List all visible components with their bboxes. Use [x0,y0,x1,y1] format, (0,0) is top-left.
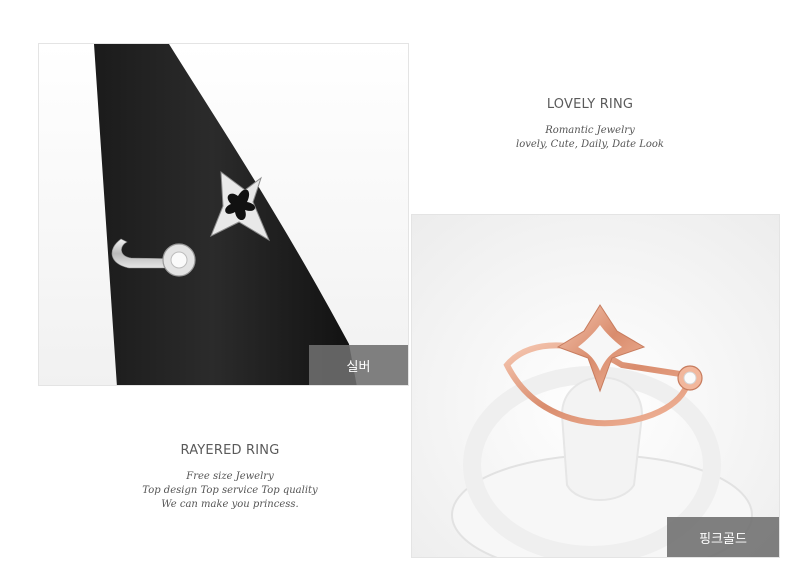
rose-gold-option-tag[interactable]: 핑크골드 [667,517,779,557]
silver-option-tag[interactable]: 실버 [309,345,408,385]
rayered-ring-line-1: Free size Jewelry [186,471,274,482]
rayered-ring-line-2: Top design Top service Top quality [142,485,318,496]
lovely-ring-line-1: Romantic Jewelry [545,125,635,136]
rayered-ring-caption: RAYERED RING Free size Jewelry Top desig… [110,443,350,512]
lovely-ring-line-2: lovely, Cute, Daily, Date Look [516,139,664,150]
rayered-ring-title: RAYERED RING [180,443,280,458]
rose-gold-ring-image [412,215,779,557]
lovely-ring-caption: LOVELY RING Romantic Jewelry lovely, Cut… [470,97,710,152]
rayered-ring-line-3: We can make you princess. [161,499,299,510]
lovely-ring-title: LOVELY RING [546,97,634,112]
rose-gold-ring-photo: 핑크골드 [411,214,780,558]
silver-ring-photo: 실버 [38,43,409,386]
silver-ring-image [39,44,408,385]
